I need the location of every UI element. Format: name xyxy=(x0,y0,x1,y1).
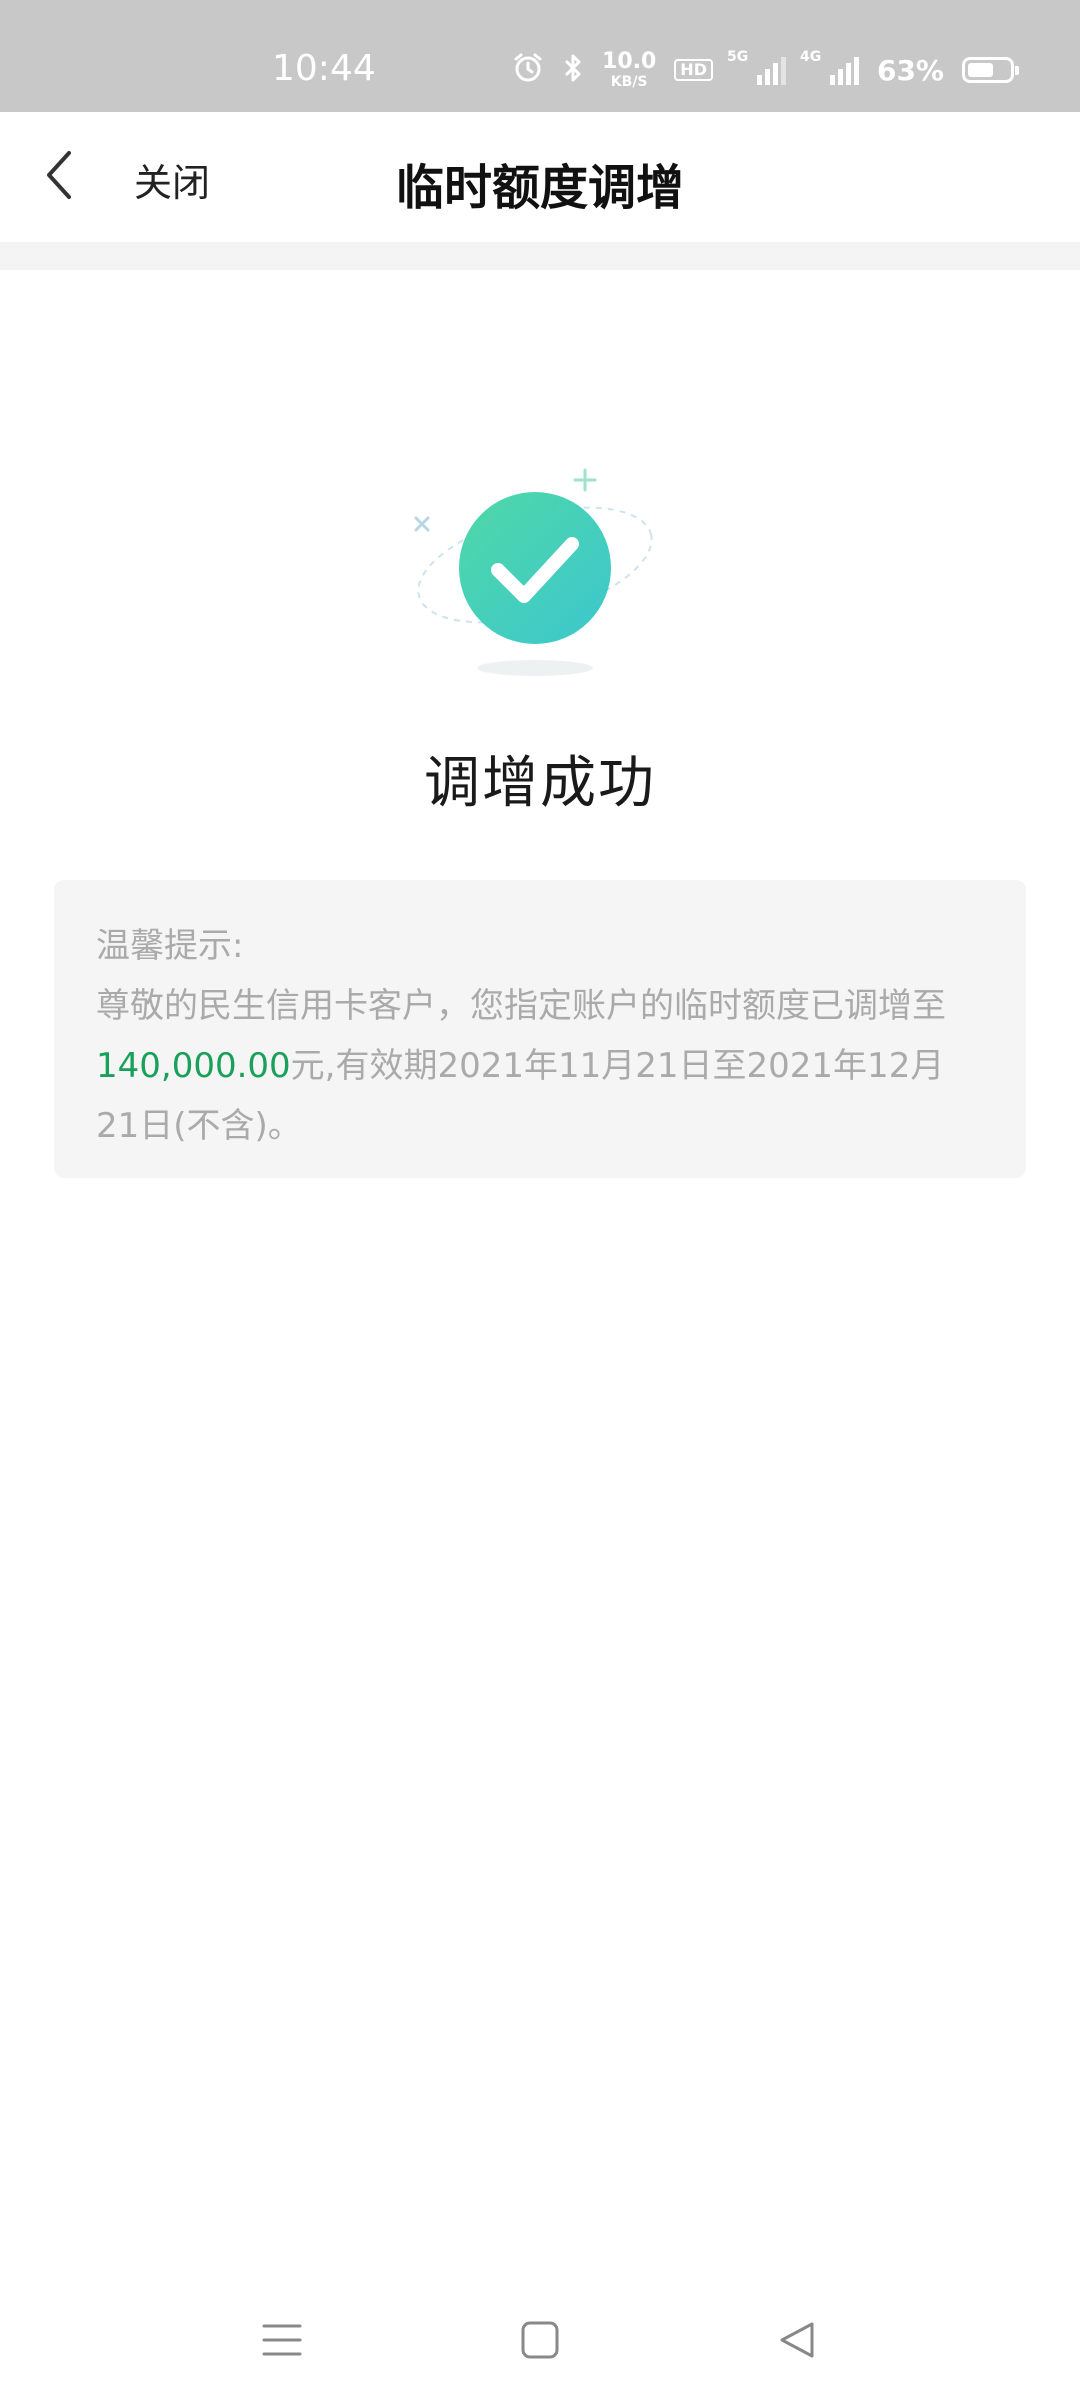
success-illustration xyxy=(400,440,680,700)
bluetooth-icon xyxy=(562,52,584,88)
tip-text-before: 尊敬的民生信用卡客户，您指定账户的临时额度已调增至 xyxy=(96,986,946,1026)
signal-5g-label: 5G xyxy=(726,49,749,65)
battery-fill xyxy=(968,63,993,77)
tip-amount: 140,000.00 xyxy=(96,1046,291,1086)
status-time: 10:44 xyxy=(272,48,376,89)
net-speed: 10.0 KB/S xyxy=(602,49,657,90)
home-icon xyxy=(510,2321,570,2374)
net-speed-value: 10.0 xyxy=(602,49,657,74)
hd-badge: HD xyxy=(674,59,713,81)
battery-icon xyxy=(962,57,1019,83)
system-back-button[interactable] xyxy=(768,2310,828,2370)
status-icons: 10.0 KB/S HD 5G 4G 63% xyxy=(512,48,1019,92)
tip-box: 温馨提示: 尊敬的民生信用卡客户，您指定账户的临时额度已调增至 140,000.0… xyxy=(54,880,1026,1178)
tip-body: 尊敬的民生信用卡客户，您指定账户的临时额度已调增至140,000.00元,有效期… xyxy=(96,976,984,1156)
net-speed-unit: KB/S xyxy=(610,74,648,90)
tip-heading: 温馨提示: xyxy=(96,926,244,966)
signal-5g-icon: 5G xyxy=(727,49,786,85)
success-check-icon xyxy=(414,468,653,676)
page-title: 临时额度调增 xyxy=(395,160,684,216)
battery-percent: 63% xyxy=(876,53,944,87)
menu-icon xyxy=(252,2324,312,2374)
back-triangle-icon xyxy=(768,2322,828,2374)
signal-4g-icon: 4G xyxy=(800,49,859,85)
system-nav-bar xyxy=(0,2270,1080,2400)
header-divider xyxy=(0,242,1080,270)
alarm-icon xyxy=(512,52,544,88)
nav-header: 关闭 临时额度调增 xyxy=(0,112,1080,242)
signal-4g-label: 4G xyxy=(799,49,822,65)
status-bar: 10:44 10.0 KB/S HD 5G 4G 63% xyxy=(0,0,1080,112)
home-button[interactable] xyxy=(510,2310,570,2370)
success-title: 调增成功 xyxy=(424,751,656,816)
menu-button[interactable] xyxy=(252,2310,312,2370)
